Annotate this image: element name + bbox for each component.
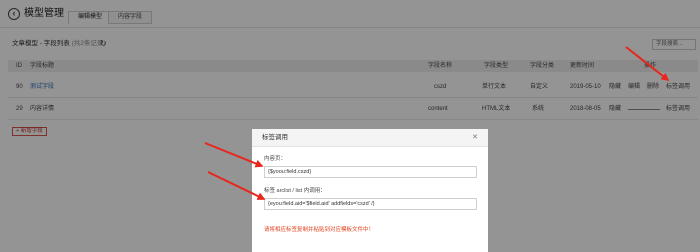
arrow-to-content-page [204, 142, 264, 168]
arrow-to-list-call [207, 171, 266, 200]
arrow-to-tag-call [625, 46, 670, 81]
annotation-arrows [204, 46, 670, 200]
